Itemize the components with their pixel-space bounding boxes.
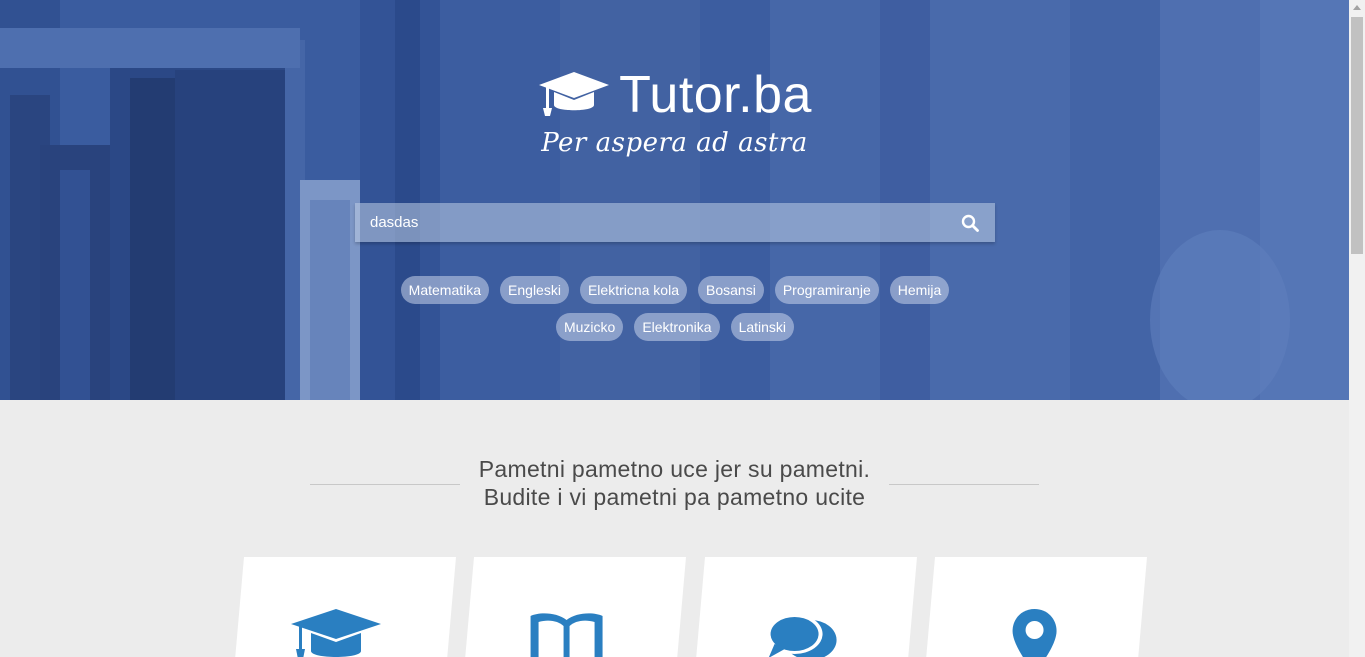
tag-muzicko[interactable]: Muzicko (555, 313, 624, 341)
search-input[interactable] (355, 203, 945, 242)
tag-engleski[interactable]: Engleski (500, 276, 569, 304)
vertical-scrollbar[interactable] (1349, 0, 1365, 657)
chat-bubbles-icon (766, 614, 837, 657)
scroll-up-arrow-icon[interactable] (1353, 5, 1361, 10)
hero-banner: Tutor.ba Per aspera ad astra Matematika … (0, 0, 1349, 400)
brand-title[interactable]: Tutor.ba (619, 69, 812, 121)
open-book-icon (530, 613, 603, 657)
divider-left (310, 484, 460, 485)
tag-elektronika[interactable]: Elektronika (634, 313, 720, 341)
tag-latinski[interactable]: Latinski (730, 313, 795, 341)
map-pin-icon (1012, 609, 1057, 657)
tag-bosansi[interactable]: Bosansi (698, 276, 764, 304)
feature-cards (230, 557, 1150, 657)
brand: Tutor.ba (0, 60, 1349, 130)
feature-card-location[interactable] (924, 557, 1147, 657)
search-icon (961, 214, 979, 232)
brand-tagline: Per aspera ad astra (541, 128, 808, 158)
feature-card-tutors[interactable] (233, 557, 456, 657)
feature-card-chat[interactable] (694, 557, 917, 657)
tag-matematika[interactable]: Matematika (400, 276, 490, 304)
search-bar (355, 203, 995, 242)
tag-hemija[interactable]: Hemija (889, 276, 950, 304)
page: Tutor.ba Per aspera ad astra Matematika … (0, 0, 1365, 657)
search-button[interactable] (945, 203, 995, 242)
graduation-cap-icon (539, 72, 610, 116)
subject-tags: Matematika Engleski Elektricna kola Bosa… (380, 276, 970, 341)
feature-card-learning[interactable] (463, 557, 686, 657)
tag-elektricna-kola[interactable]: Elektricna kola (579, 276, 687, 304)
tag-programiranje[interactable]: Programiranje (774, 276, 879, 304)
section-headline: Pametni pametno uce jer su pametni. Budi… (310, 455, 1039, 511)
graduation-cap-icon (291, 609, 382, 657)
scrollbar-thumb[interactable] (1351, 17, 1363, 254)
headline-line-2: Budite i vi pametni pa pametno ucite (483, 484, 866, 510)
divider-right (889, 484, 1039, 485)
headline-line-1: Pametni pametno uce jer su pametni. (478, 456, 871, 482)
